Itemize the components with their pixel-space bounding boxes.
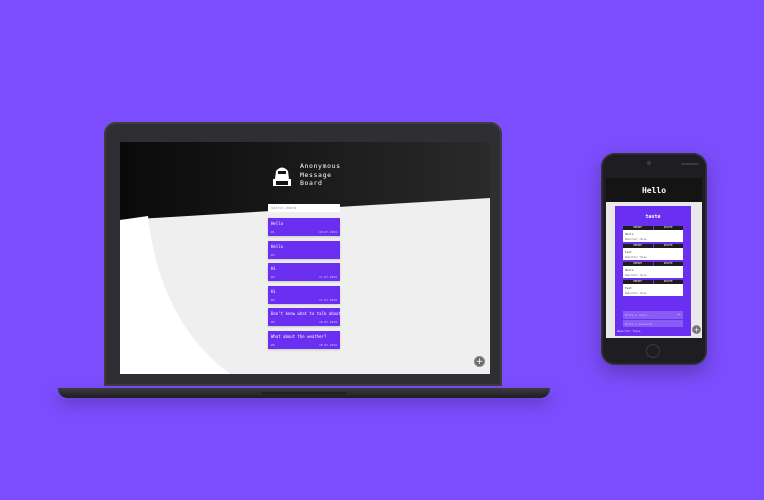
message-card[interactable]: Don't know what to talk about #5 18.07.2… (268, 308, 341, 327)
reply-text: Test (625, 249, 632, 254)
app-title: Anonymous Message Board (300, 162, 341, 187)
add-reply-button[interactable]: + (692, 325, 701, 334)
reply-text: Hello (625, 267, 634, 272)
reply-item: REPORT DELETE Hello Reported: false (623, 226, 683, 242)
reply-reported: Reported: false (625, 255, 647, 259)
message-card[interactable]: Hi #3 17.07.2019 (268, 263, 340, 282)
message-id: #6 (271, 342, 275, 347)
message-id: #1 (271, 230, 275, 234)
send-icon[interactable]: ➔ (677, 312, 683, 318)
message-title: What about the weather? (271, 333, 327, 339)
message-title: Hello (271, 221, 284, 226)
laptop-notch (262, 392, 346, 395)
message-title: Hi (271, 266, 276, 272)
reply-item: REPORT DELETE Test Reported: false (623, 244, 683, 260)
message-date: 18.07.2019 (318, 342, 337, 347)
phone-screen: Hello taste REPORT DELETE Hello Reported… (606, 178, 702, 338)
search-input[interactable] (268, 204, 340, 212)
message-id: #3 (271, 275, 275, 280)
message-title: Hello (271, 243, 284, 249)
message-date: 17.07.2019 (318, 297, 337, 302)
reply-text: Test (625, 285, 632, 290)
message-card[interactable]: Hello #2 (268, 240, 340, 259)
message-id: #4 (271, 297, 275, 302)
thread-header: Hello (606, 178, 702, 202)
message-card[interactable]: Hello #1 10.07.2019 (268, 218, 340, 236)
message-date: 10.07.2019 (318, 230, 337, 234)
message-card[interactable]: What about the weather? #6 18.07.2019 (268, 330, 340, 349)
reply-item: REPORT DELETE Test Reported: false (623, 280, 683, 296)
message-date: 18.07.2019 (318, 320, 337, 325)
password-input[interactable] (623, 320, 683, 327)
add-message-button[interactable]: + (474, 356, 485, 367)
message-id: #5 (271, 320, 275, 325)
thread-reported-status: Reported: false (617, 330, 641, 333)
laptop-screen: Anonymous Message Board Hello #1 10.07.2… (120, 142, 490, 374)
reply-reported: Reported: false (625, 273, 647, 277)
post-title: taste (645, 214, 661, 220)
message-date: 17.07.2019 (318, 275, 337, 280)
reply-text: Hello (625, 231, 634, 236)
thread-panel: taste REPORT DELETE Hello Reported: fals… (615, 206, 691, 336)
message-title: Don't know what to talk about (271, 311, 341, 317)
reply-input[interactable] (623, 311, 683, 319)
hacker-logo-icon (273, 167, 291, 186)
message-list: Hello #1 10.07.2019 Hello #2 Hi #3 17.07… (268, 218, 341, 354)
camera-icon (647, 161, 651, 165)
message-title: Hi (271, 288, 276, 294)
message-card[interactable]: Hi #4 17.07.2019 (268, 285, 340, 304)
speaker-grille (681, 163, 699, 165)
reply-item: REPORT DELETE Hello Reported: false (623, 262, 683, 278)
reply-reported: Reported: false (625, 291, 647, 295)
message-id: #2 (271, 252, 275, 257)
home-button[interactable] (646, 344, 660, 358)
brand: Anonymous Message Board (270, 162, 364, 188)
reply-reported: Reported: false (625, 237, 647, 241)
